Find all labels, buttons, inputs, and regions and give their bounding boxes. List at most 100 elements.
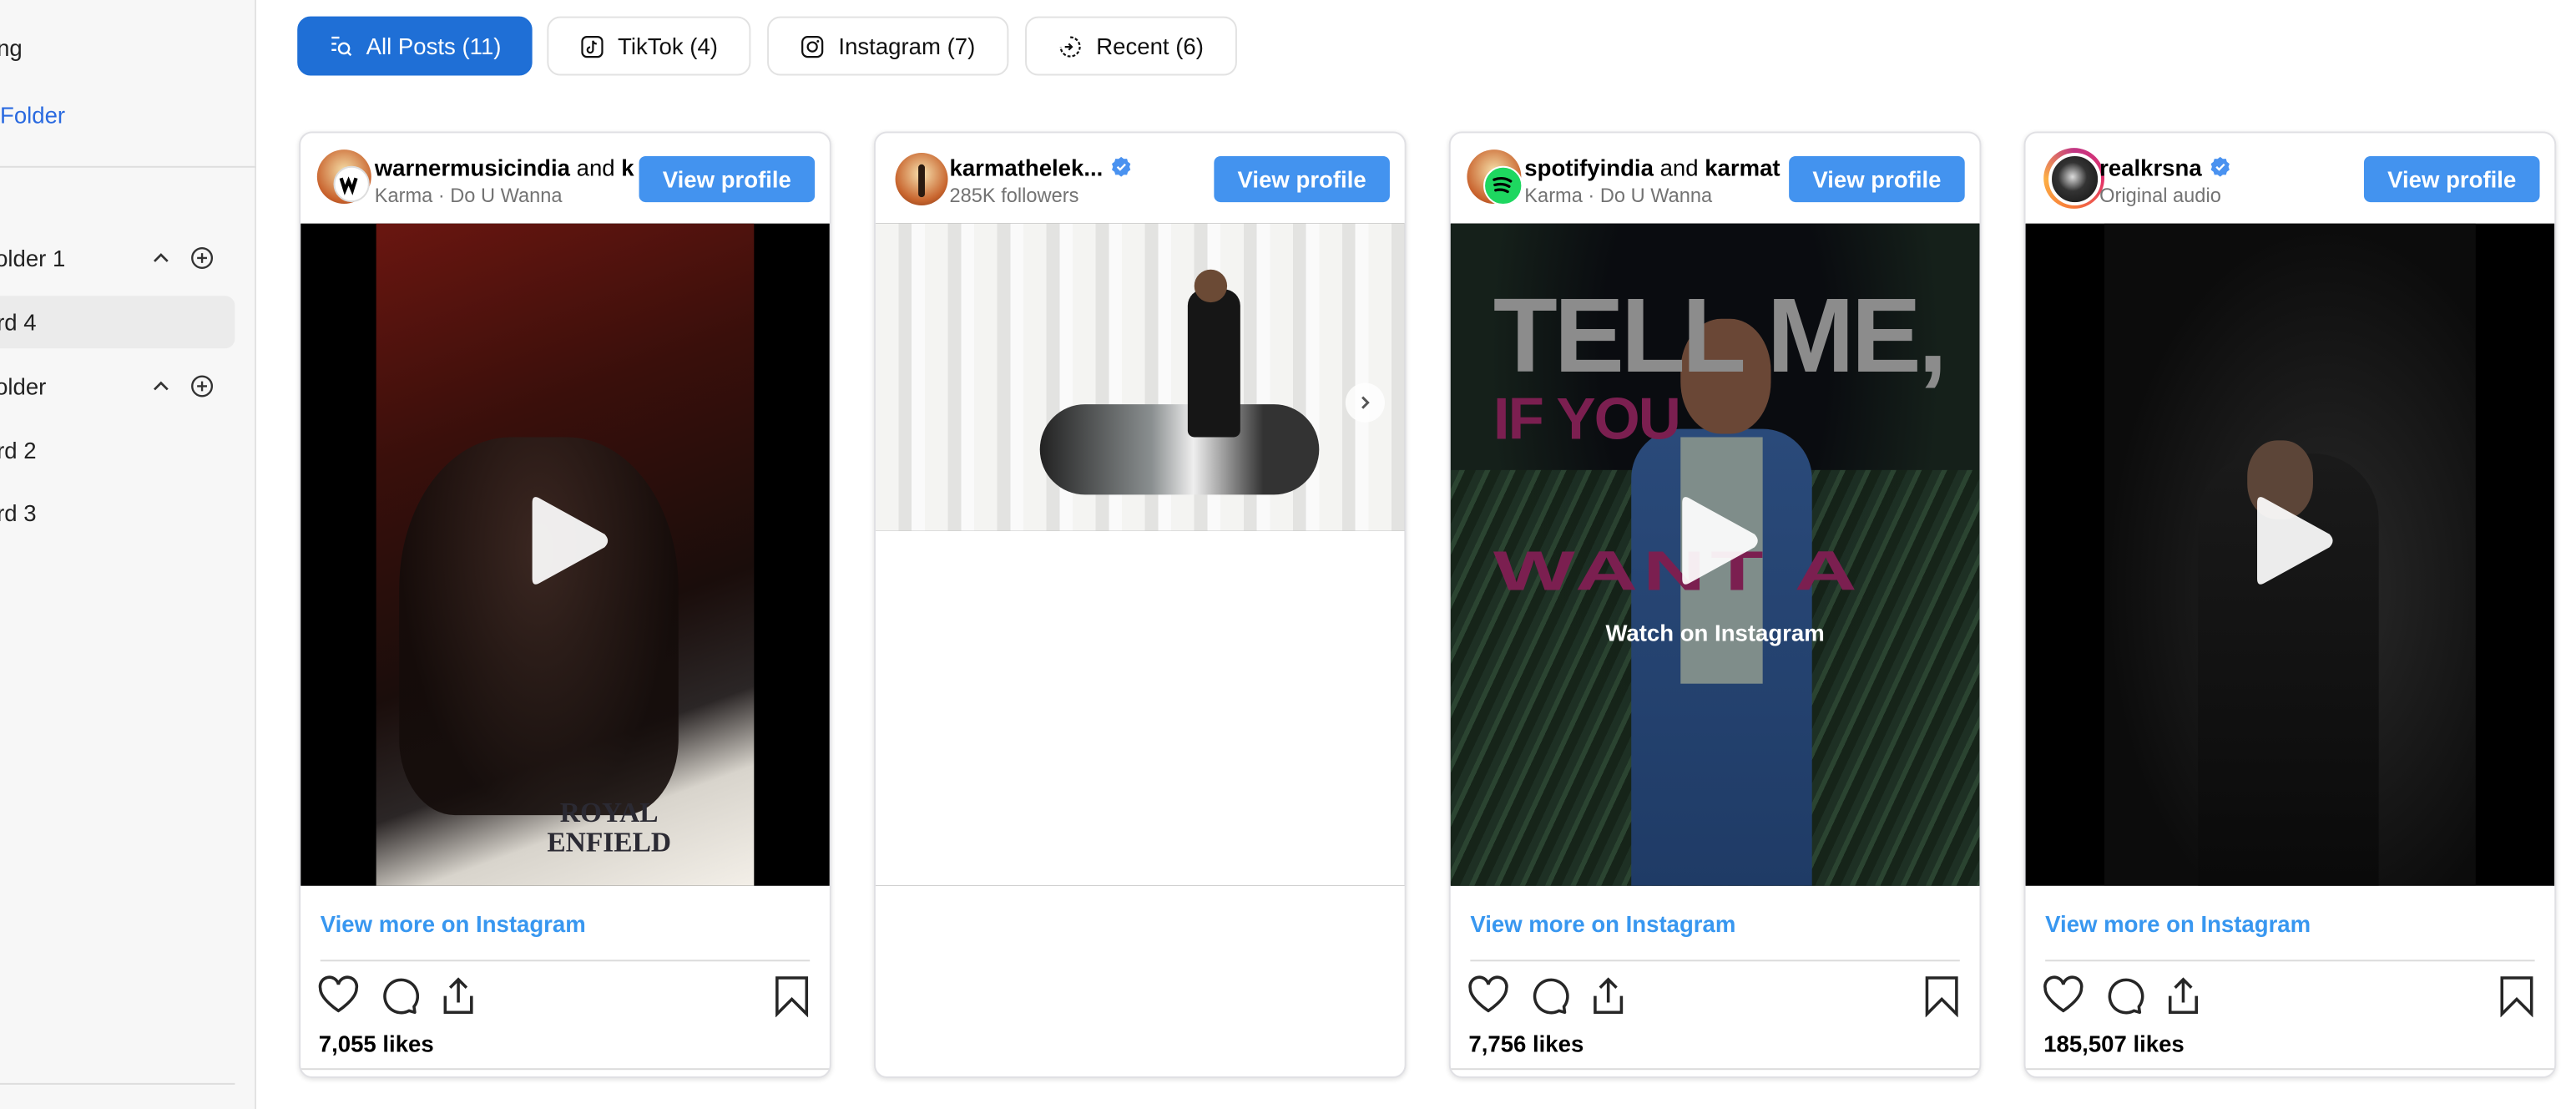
comment-icon[interactable] (1528, 975, 1570, 1017)
list-search-icon (331, 35, 351, 56)
collaborator-name[interactable]: k (621, 154, 634, 180)
share-icon[interactable] (2162, 975, 2205, 1017)
watch-on-instagram-link[interactable]: Watch on Instagram (1451, 620, 1980, 646)
view-profile-button[interactable]: View profile (1214, 155, 1390, 203)
post-media[interactable] (875, 223, 1405, 886)
media-text: ENFIELD (547, 826, 672, 858)
avatar[interactable] (2043, 148, 2105, 209)
tiktok-icon (581, 35, 604, 58)
account-names: spotifyindia and karmat (1524, 154, 1791, 180)
divider (0, 1082, 235, 1085)
like-heart-icon[interactable] (1467, 975, 1509, 1017)
share-icon[interactable] (437, 975, 479, 1017)
likes-count: 7,756 likes (1468, 1030, 1584, 1057)
divider (0, 165, 257, 168)
media-text: ROYAL (559, 797, 659, 828)
divider (1470, 960, 1960, 962)
view-more-on-instagram-link[interactable]: View more on Instagram (321, 910, 586, 936)
tab-label: Instagram (7) (838, 33, 976, 59)
like-heart-icon[interactable] (2042, 975, 2084, 1017)
sidebar-board-4[interactable]: rd 4 (0, 309, 37, 335)
instagram-embed-card: warnermusicindia and k Karma · Do U Wanna… (299, 131, 831, 1079)
post-media[interactable] (2025, 223, 2555, 886)
view-more-on-instagram-link[interactable]: View more on Instagram (2045, 910, 2311, 936)
post-media[interactable]: ROYAL ENFIELD (301, 223, 830, 886)
add-circle-icon[interactable] (190, 246, 214, 270)
tab-label: Recent (6) (1096, 33, 1204, 59)
comment-icon[interactable] (2103, 975, 2145, 1017)
and-text: and (569, 154, 622, 181)
play-icon[interactable] (1663, 489, 1768, 594)
carousel-next-button[interactable] (1345, 382, 1386, 423)
app: ng Folder older 1 rd 4 older rd 2 rd 3 A… (0, 0, 2576, 1109)
divider (301, 1068, 830, 1071)
instagram-icon (801, 35, 825, 58)
sidebar-folder[interactable]: older (0, 373, 46, 399)
account-name[interactable]: karmathelek... (950, 154, 1104, 180)
sidebar: ng Folder older 1 rd 4 older rd 2 rd 3 (0, 0, 257, 1109)
account-names: karmathelek... (950, 154, 1216, 180)
account-name[interactable]: warnermusicindia (375, 154, 570, 180)
account-names: warnermusicindia and k (375, 154, 641, 180)
view-profile-button[interactable]: View profile (639, 155, 816, 203)
and-text: and (1653, 154, 1705, 181)
card-subtitle: Karma · Do U Wanna (374, 184, 563, 207)
divider (1450, 1068, 1980, 1071)
tab-label: TikTok (4) (618, 33, 718, 59)
verified-badge-icon (2211, 156, 2230, 177)
media-text: TELL ME, (1493, 276, 1947, 395)
play-icon[interactable] (2237, 489, 2342, 594)
sidebar-board-2[interactable]: rd 2 (0, 437, 37, 463)
sidebar-item[interactable]: ng (0, 34, 23, 60)
add-circle-icon[interactable] (190, 375, 214, 398)
view-more-on-instagram-link[interactable]: View more on Instagram (1470, 910, 1735, 936)
tab-tiktok[interactable]: TikTok (4) (547, 16, 751, 76)
post-actions (1467, 975, 1963, 1018)
likes-count: 185,507 likes (2043, 1030, 2185, 1057)
card-header: warnermusicindia and k Karma · Do U Wanna… (301, 133, 830, 223)
tab-label: All Posts (11) (366, 33, 502, 59)
card-header: karmathelek... 285K followers View profile (876, 133, 1405, 223)
likes-count: 7,055 likes (318, 1030, 434, 1057)
post-media[interactable]: TELL ME, IF YOU WANT A Watch on Instagram (1450, 223, 1980, 886)
bookmark-icon[interactable] (770, 975, 813, 1018)
account-name[interactable]: realkrsna (2099, 154, 2202, 180)
avatar[interactable] (895, 153, 948, 205)
card-subtitle: 285K followers (949, 184, 1079, 207)
media-lettering: ROYAL ENFIELD (547, 798, 671, 858)
card-subtitle: Karma · Do U Wanna (1524, 184, 1713, 207)
media-text: IF YOU (1493, 384, 1681, 453)
sidebar-folder-1[interactable]: older 1 (0, 245, 65, 271)
post-actions (317, 975, 813, 1018)
recent-icon (1060, 35, 1082, 57)
divider (2045, 960, 2535, 962)
bookmark-icon[interactable] (2495, 975, 2538, 1018)
divider (320, 960, 811, 962)
view-profile-button[interactable]: View profile (2363, 155, 2540, 203)
tab-instagram[interactable]: Instagram (7) (767, 16, 1009, 76)
like-heart-icon[interactable] (317, 975, 360, 1017)
instagram-embed-card: spotifyindia and karmat Karma · Do U Wann… (1448, 131, 1982, 1079)
card-subtitle: Original audio (2099, 184, 2221, 207)
comment-icon[interactable] (378, 975, 421, 1017)
account-names: realkrsna (2099, 154, 2366, 180)
post-actions (2042, 975, 2538, 1018)
chevron-right-icon (1361, 396, 1370, 409)
tab-all-posts[interactable]: All Posts (11) (297, 16, 533, 76)
tab-recent[interactable]: Recent (6) (1025, 16, 1237, 76)
play-icon[interactable] (513, 489, 618, 594)
sidebar-board-3[interactable]: rd 3 (0, 499, 37, 525)
bookmark-icon[interactable] (1921, 975, 1963, 1018)
instagram-embed-card: karmathelek... 285K followers View profile (873, 131, 1407, 1079)
account-name[interactable]: spotifyindia (1524, 154, 1654, 180)
chevron-up-icon[interactable] (149, 246, 173, 270)
card-header: realkrsna Original audio View profile (2026, 133, 2555, 223)
card-header: spotifyindia and karmat Karma · Do U Wann… (1451, 133, 1980, 223)
collaborator-name[interactable]: karmat (1705, 154, 1780, 180)
verified-badge-icon (1112, 156, 1132, 177)
chevron-up-icon[interactable] (149, 375, 173, 398)
divider (2025, 1068, 2555, 1071)
new-folder-link[interactable]: Folder (0, 102, 65, 128)
view-profile-button[interactable]: View profile (1789, 155, 1965, 203)
share-icon[interactable] (1587, 975, 1629, 1017)
